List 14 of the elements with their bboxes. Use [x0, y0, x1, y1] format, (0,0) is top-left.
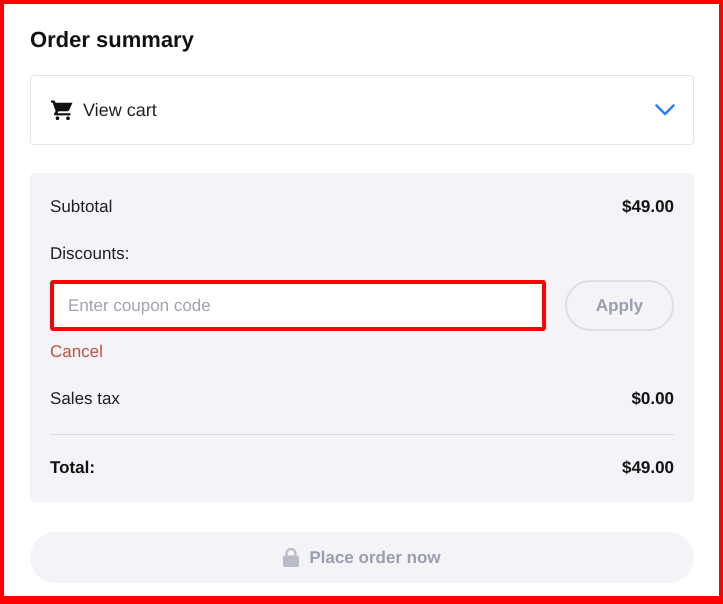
summary-amount: $0.00 — [631, 388, 674, 410]
section-title: Order summary — [30, 26, 194, 54]
chevron-down-icon — [655, 104, 675, 116]
total-label: Total: — [50, 457, 96, 479]
view-cart-toggle[interactable]: View cart — [30, 75, 694, 145]
cancel-link[interactable]: Cancel — [50, 340, 103, 364]
lock-icon — [283, 548, 300, 567]
cart-icon — [51, 100, 73, 120]
total-amount: $49.00 — [622, 457, 674, 479]
summary-label: Subtotal — [50, 196, 112, 218]
coupon-code-field[interactable]: Enter coupon code — [50, 280, 546, 331]
summary-amount: $49.00 — [622, 196, 674, 218]
discounts-label: Discounts: — [50, 243, 130, 265]
summary-label: Sales tax — [50, 388, 120, 410]
